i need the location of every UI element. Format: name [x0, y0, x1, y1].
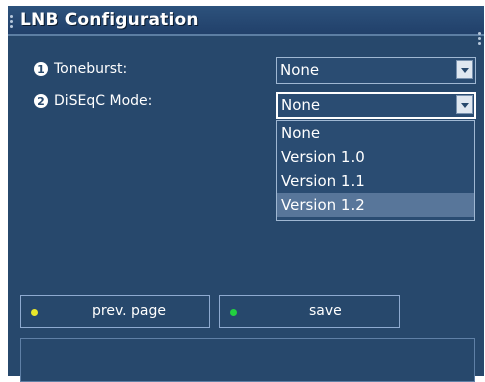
number-1-icon: 1: [34, 62, 48, 76]
dropdown-option-version-1-2[interactable]: Version 1.2: [277, 193, 474, 217]
status-panel: [20, 338, 475, 382]
number-2-icon: 2: [34, 94, 48, 108]
toneburst-label: Toneburst:: [54, 61, 128, 77]
prev-page-button[interactable]: prev. page: [20, 295, 210, 328]
title-bar: LNB Configuration: [8, 6, 484, 36]
toneburst-label-row: 1 Toneburst:: [34, 61, 127, 77]
save-button[interactable]: save: [219, 295, 400, 328]
chevron-down-icon[interactable]: [456, 60, 473, 79]
dropdown-option-version-1-0[interactable]: Version 1.0: [277, 145, 474, 169]
toneburst-select[interactable]: None: [276, 57, 476, 84]
chevron-down-icon[interactable]: [456, 95, 473, 114]
diseqc-mode-select[interactable]: None: [276, 92, 476, 119]
diseqc-mode-dropdown: None Version 1.0 Version 1.1 Version 1.2: [276, 120, 475, 221]
lnb-configuration-window: LNB Configuration 1 Toneburst: None 2 Di…: [8, 6, 484, 382]
save-label: save: [309, 303, 342, 319]
yellow-key-icon: [31, 309, 38, 316]
dropdown-option-none[interactable]: None: [277, 121, 474, 145]
green-key-icon: [230, 309, 237, 316]
diseqc-label-row: 2 DiSEqC Mode:: [34, 93, 152, 109]
diseqc-mode-label: DiSEqC Mode:: [54, 93, 153, 109]
prev-page-label: prev. page: [92, 303, 167, 319]
diseqc-mode-value: None: [281, 96, 321, 114]
toneburst-value: None: [280, 61, 320, 79]
dropdown-option-version-1-1[interactable]: Version 1.1: [277, 169, 474, 193]
right-grip-icon: [478, 32, 481, 47]
window-title: LNB Configuration: [20, 10, 199, 30]
title-grip-icon: [10, 15, 14, 29]
